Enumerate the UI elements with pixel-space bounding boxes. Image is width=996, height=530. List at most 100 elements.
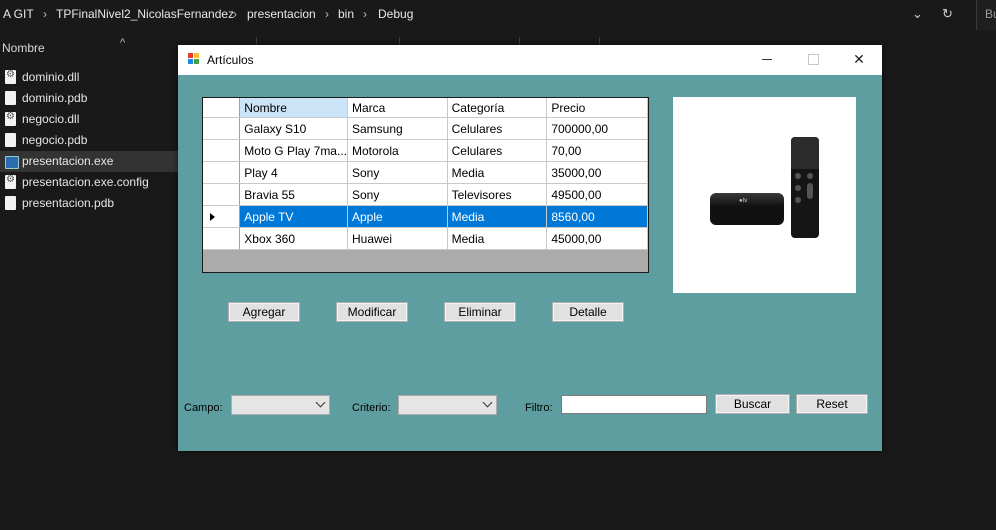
grid-header-row: Nombre Marca Categoría Precio — [203, 98, 648, 118]
cell-categoria[interactable]: Media — [447, 227, 548, 250]
file-icon — [5, 196, 16, 210]
cell-marca[interactable]: Apple — [347, 205, 448, 228]
file-item[interactable]: presentacion.pdb — [0, 193, 178, 214]
chevron-right-icon: › — [233, 7, 237, 21]
file-item[interactable]: dominio.dll — [0, 67, 178, 88]
file-icon — [5, 91, 16, 105]
cell-nombre[interactable]: Bravia 55 — [239, 183, 348, 206]
cell-categoria[interactable]: Media — [447, 161, 548, 184]
cell-precio[interactable]: 8560,00 — [546, 205, 648, 228]
column-header-marca[interactable]: Marca — [347, 98, 448, 118]
search-placeholder: Bu — [985, 7, 996, 21]
file-item[interactable]: dominio.pdb — [0, 88, 178, 109]
file-item[interactable]: presentacion.exe — [0, 151, 178, 172]
column-header-precio[interactable]: Precio — [546, 98, 648, 118]
row-header[interactable] — [203, 227, 241, 250]
table-row[interactable]: Bravia 55 Sony Televisores 49500,00 — [203, 183, 648, 206]
file-name: negocio.pdb — [22, 133, 88, 147]
cell-categoria[interactable]: Celulares — [447, 139, 548, 162]
column-header-nombre[interactable]: Nombre — [239, 98, 348, 118]
cell-marca[interactable]: Motorola — [347, 139, 448, 162]
cell-marca[interactable]: Samsung — [347, 117, 448, 140]
criterio-combobox[interactable] — [398, 395, 497, 415]
cell-marca[interactable]: Sony — [347, 183, 448, 206]
cell-precio[interactable]: 70,00 — [546, 139, 648, 162]
articulos-window: Artículos ✕ Nombre Marca Categoría Preci… — [178, 45, 882, 451]
table-row[interactable]: Galaxy S10 Samsung Celulares 700000,00 — [203, 117, 648, 140]
current-row-arrow-icon — [210, 212, 215, 221]
table-row-selected[interactable]: Apple TV Apple Media 8560,00 — [203, 205, 648, 228]
campo-combobox[interactable] — [231, 395, 330, 415]
window-title: Artículos — [207, 53, 254, 67]
minimize-button[interactable] — [744, 45, 790, 75]
filtro-label: Filtro: — [525, 402, 553, 414]
row-header[interactable] — [203, 183, 241, 206]
table-row[interactable]: Xbox 360 Huawei Media 45000,00 — [203, 227, 648, 250]
row-header[interactable] — [203, 161, 241, 184]
breadcrumb-item[interactable]: Debug — [378, 7, 413, 21]
filtro-input[interactable] — [561, 395, 707, 414]
breadcrumb-item[interactable]: bin — [338, 7, 354, 21]
column-header-nombre[interactable]: Nombre ^ — [0, 37, 178, 59]
table-row[interactable]: Moto G Play 7ma... Motorola Celulares 70… — [203, 139, 648, 162]
exe-icon — [5, 156, 19, 169]
cell-categoria[interactable]: Media — [447, 205, 548, 228]
column-header-label: Nombre — [2, 41, 45, 55]
product-image: ●tv — [673, 97, 856, 293]
config-file-icon — [5, 174, 16, 189]
column-header-categoria[interactable]: Categoría — [447, 98, 548, 118]
dll-file-icon — [5, 69, 16, 84]
cell-nombre[interactable]: Galaxy S10 — [239, 117, 348, 140]
cell-precio[interactable]: 35000,00 — [546, 161, 648, 184]
cell-nombre[interactable]: Moto G Play 7ma... — [239, 139, 348, 162]
row-header[interactable] — [203, 117, 241, 140]
file-item[interactable]: negocio.dll — [0, 109, 178, 130]
chevron-right-icon: › — [363, 7, 367, 21]
remote-button — [795, 173, 801, 179]
cell-precio[interactable]: 49500,00 — [546, 183, 648, 206]
remote-touchpad — [791, 137, 819, 169]
modificar-button[interactable]: Modificar — [336, 302, 408, 322]
cell-precio[interactable]: 700000,00 — [546, 117, 648, 140]
dll-file-icon — [5, 111, 16, 126]
row-header[interactable] — [203, 139, 241, 162]
chevron-down-icon[interactable]: ⌄ — [912, 6, 923, 22]
reset-button[interactable]: Reset — [796, 394, 868, 414]
eliminar-button[interactable]: Eliminar — [444, 302, 516, 322]
file-icon — [5, 133, 16, 147]
table-row[interactable]: Play 4 Sony Media 35000,00 — [203, 161, 648, 184]
app-icon — [188, 53, 200, 65]
agregar-button[interactable]: Agregar — [228, 302, 300, 322]
cell-nombre[interactable]: Apple TV — [239, 205, 348, 228]
criterio-label: Criterio: — [352, 402, 391, 414]
chevron-down-icon — [482, 397, 493, 408]
maximize-button[interactable] — [790, 45, 836, 75]
grid-corner[interactable] — [203, 98, 241, 118]
file-name: dominio.dll — [22, 70, 80, 84]
articulos-grid[interactable]: Nombre Marca Categoría Precio Galaxy S10… — [202, 97, 649, 273]
file-item[interactable]: negocio.pdb — [0, 130, 178, 151]
refresh-icon[interactable]: ↻ — [942, 6, 953, 22]
cell-marca[interactable]: Huawei — [347, 227, 448, 250]
explorer-address-bar: A GIT › TPFinalNivel2_NicolasFernandez ›… — [0, 0, 996, 30]
row-header[interactable] — [203, 205, 241, 228]
close-button[interactable]: ✕ — [836, 45, 882, 75]
cell-nombre[interactable]: Xbox 360 — [239, 227, 348, 250]
cell-nombre[interactable]: Play 4 — [239, 161, 348, 184]
sort-up-icon: ^ — [120, 37, 126, 49]
file-item[interactable]: presentacion.exe.config — [0, 172, 178, 193]
buscar-button[interactable]: Buscar — [715, 394, 790, 414]
breadcrumb-item[interactable]: presentacion — [247, 7, 316, 21]
search-input[interactable]: Bu — [976, 0, 996, 30]
cell-precio[interactable]: 45000,00 — [546, 227, 648, 250]
grid-table: Nombre Marca Categoría Precio Galaxy S10… — [203, 98, 648, 250]
breadcrumb-item[interactable]: TPFinalNivel2_NicolasFernandez — [56, 7, 234, 21]
cell-categoria[interactable]: Celulares — [447, 117, 548, 140]
breadcrumb-item[interactable]: A GIT — [3, 7, 34, 21]
window-titlebar[interactable]: Artículos ✕ — [178, 45, 882, 75]
cell-categoria[interactable]: Televisores — [447, 183, 548, 206]
detalle-button[interactable]: Detalle — [552, 302, 624, 322]
file-name: presentacion.pdb — [22, 196, 115, 210]
cell-marca[interactable]: Sony — [347, 161, 448, 184]
chevron-down-icon — [315, 397, 326, 408]
